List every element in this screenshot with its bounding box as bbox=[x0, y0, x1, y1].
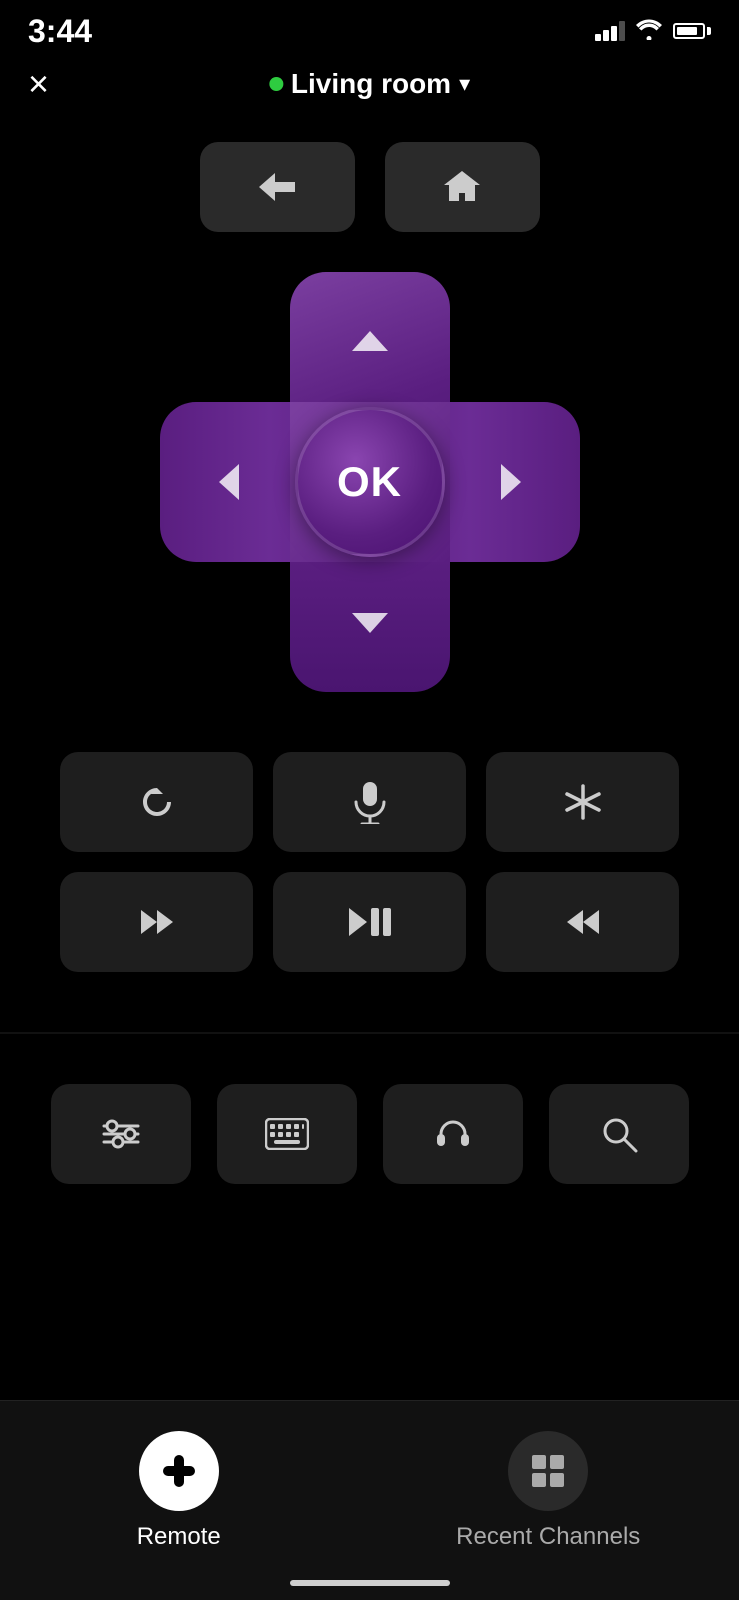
status-icons bbox=[595, 16, 711, 47]
media-row-1 bbox=[60, 752, 679, 852]
device-online-indicator bbox=[269, 77, 283, 91]
media-controls bbox=[0, 732, 739, 972]
dpad-up-button[interactable] bbox=[290, 290, 450, 390]
tool-buttons bbox=[50, 1074, 689, 1204]
tab-remote[interactable]: Remote bbox=[99, 1431, 259, 1551]
chevron-down-icon: ▾ bbox=[459, 71, 470, 97]
media-row-2 bbox=[60, 872, 679, 972]
headphones-button[interactable] bbox=[383, 1084, 523, 1184]
tab-bar: Remote Recent Channels bbox=[0, 1400, 739, 1600]
play-pause-button[interactable] bbox=[273, 872, 466, 972]
header: × Living room ▾ bbox=[0, 56, 739, 122]
signal-icon bbox=[595, 21, 625, 41]
remote-tab-label: Remote bbox=[137, 1523, 221, 1551]
recent-channels-tab-label: Recent Channels bbox=[456, 1523, 640, 1551]
close-button[interactable]: × bbox=[28, 66, 49, 102]
asterisk-button[interactable] bbox=[486, 752, 679, 852]
dpad-container: OK bbox=[0, 262, 739, 732]
tab-recent-channels[interactable]: Recent Channels bbox=[456, 1431, 640, 1551]
dpad: OK bbox=[160, 272, 580, 692]
keyboard-button[interactable] bbox=[217, 1084, 357, 1184]
remote-tab-icon bbox=[139, 1431, 219, 1511]
ok-button[interactable]: OK bbox=[295, 407, 445, 557]
settings-button[interactable] bbox=[51, 1084, 191, 1184]
battery-icon bbox=[673, 23, 711, 39]
dpad-left-button[interactable] bbox=[178, 402, 278, 562]
device-name: Living room bbox=[291, 68, 451, 100]
dpad-down-button[interactable] bbox=[290, 574, 450, 674]
home-indicator bbox=[290, 1580, 450, 1586]
replay-button[interactable] bbox=[60, 752, 253, 852]
ok-label: OK bbox=[337, 458, 402, 506]
search-button[interactable] bbox=[549, 1084, 689, 1184]
mic-button[interactable] bbox=[273, 752, 466, 852]
home-button[interactable] bbox=[385, 142, 540, 232]
rewind-button[interactable] bbox=[60, 872, 253, 972]
dpad-right-button[interactable] bbox=[462, 402, 562, 562]
status-bar: 3:44 bbox=[0, 0, 739, 56]
fast-forward-button[interactable] bbox=[486, 872, 679, 972]
back-button[interactable] bbox=[200, 142, 355, 232]
status-time: 3:44 bbox=[28, 13, 92, 50]
bottom-section bbox=[0, 1034, 739, 1204]
wifi-icon bbox=[635, 16, 663, 47]
recent-channels-tab-icon bbox=[508, 1431, 588, 1511]
nav-buttons bbox=[0, 122, 739, 262]
device-selector[interactable]: Living room ▾ bbox=[269, 68, 470, 100]
